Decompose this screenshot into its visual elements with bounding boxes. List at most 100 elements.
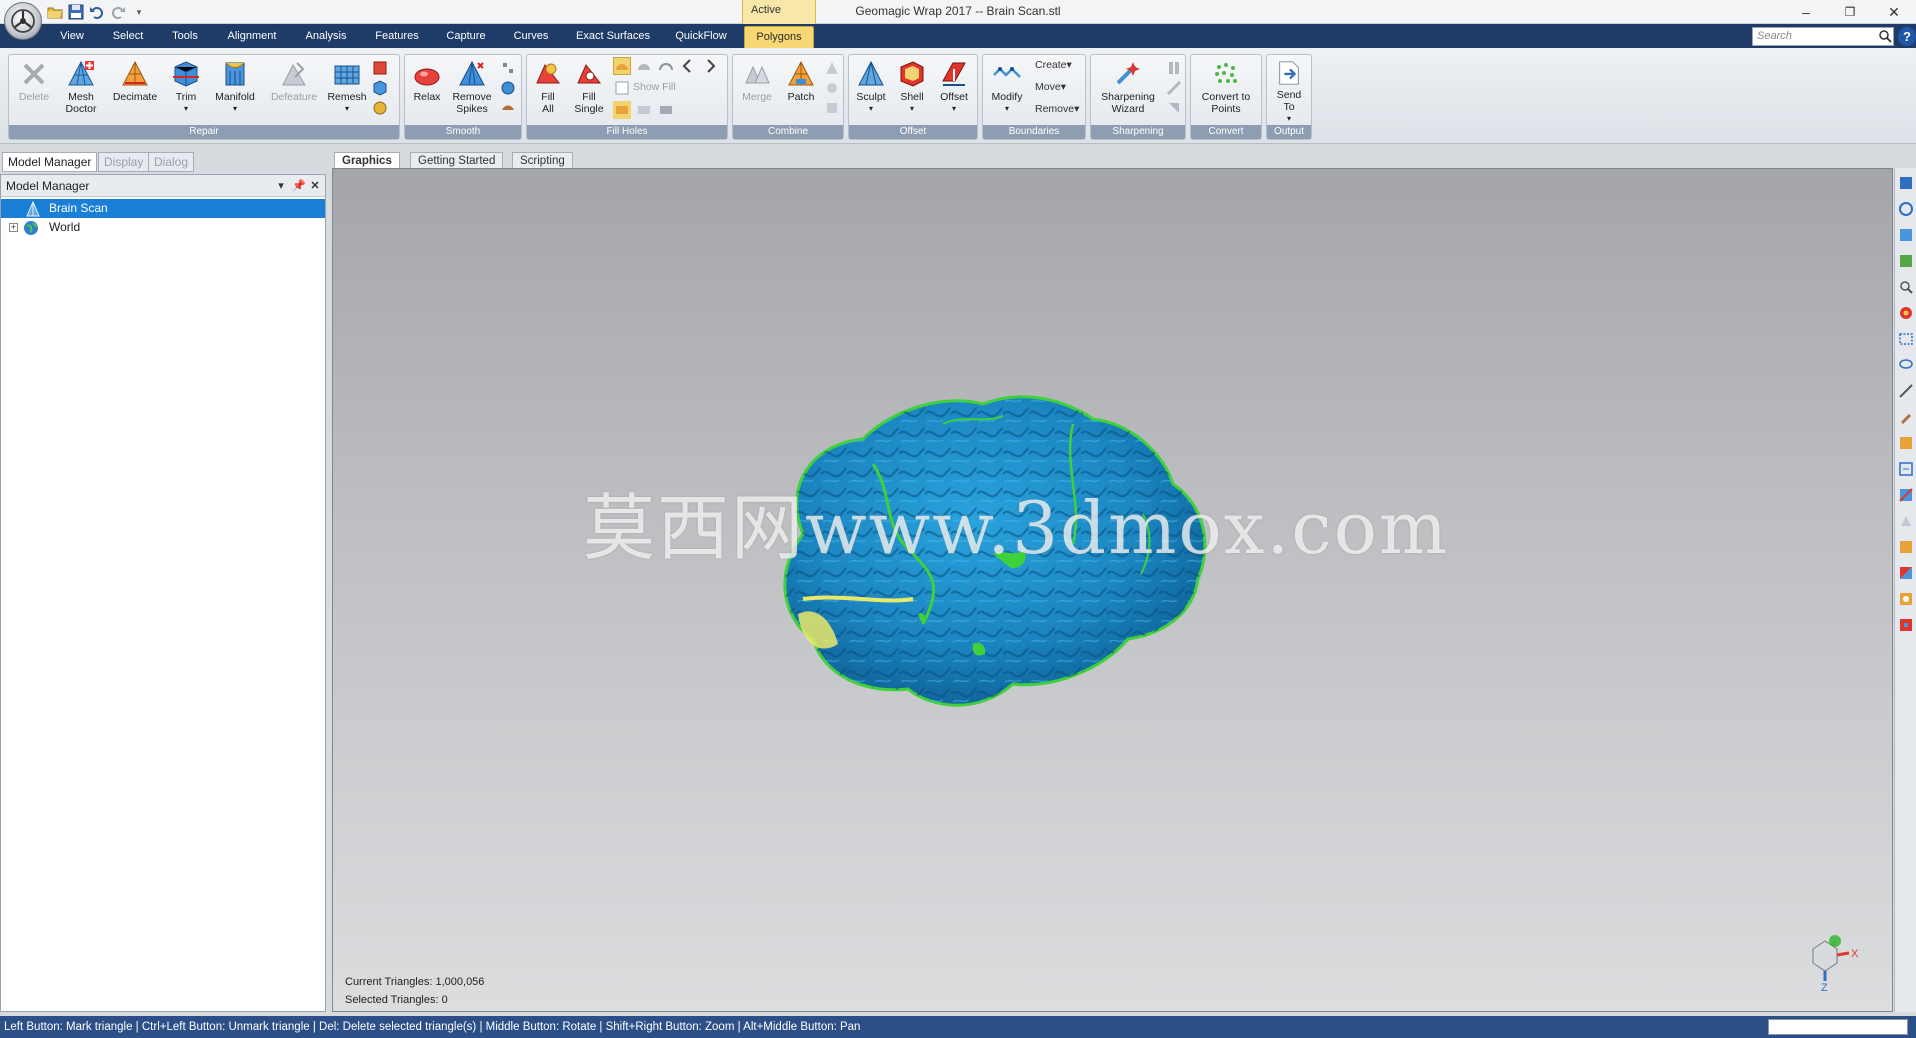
smooth-small-tool-3-icon[interactable] — [499, 99, 517, 117]
current-triangles-label: Current Triangles: 1,000,056 — [345, 976, 485, 988]
restore-button[interactable]: ❐ — [1830, 0, 1870, 24]
next-hole-icon[interactable] — [701, 57, 719, 75]
custom-region-icon[interactable] — [1897, 434, 1915, 452]
relax-button[interactable]: Relax — [407, 59, 447, 125]
lighting-icon[interactable] — [1897, 252, 1915, 270]
remove-menu[interactable]: Remove▾ — [1035, 103, 1079, 115]
manifold-button[interactable]: Manifold ▾ — [209, 59, 261, 125]
smooth-small-tool-1-icon[interactable] — [499, 59, 517, 77]
combine-small-tool-3-icon[interactable] — [823, 99, 841, 117]
select-visible-icon[interactable] — [1897, 486, 1915, 504]
defeature-button[interactable]: Defeature — [265, 59, 323, 125]
panel-menu-icon[interactable]: ▾ — [273, 175, 289, 197]
close-button[interactable]: ✕ — [1874, 0, 1914, 24]
tab-display[interactable]: Display — [98, 152, 150, 172]
paintbrush-select-icon[interactable] — [1897, 408, 1915, 426]
orientation-triad[interactable]: X Z — [1801, 929, 1861, 993]
delete-button[interactable]: Delete — [11, 59, 57, 125]
sharpening-small-tool-3-icon[interactable] — [1165, 99, 1183, 117]
fill-flat-icon[interactable] — [657, 101, 675, 119]
search-icon[interactable] — [1878, 29, 1892, 43]
display-panel-icon[interactable] — [1897, 174, 1915, 192]
trim-icon — [173, 61, 199, 87]
group-label-smooth: Smooth — [405, 125, 521, 139]
line-select-icon[interactable] — [1897, 382, 1915, 400]
create-menu[interactable]: Create▾ — [1035, 59, 1072, 71]
combine-small-tool-2-icon[interactable] — [823, 79, 841, 97]
minimize-button[interactable]: – — [1786, 0, 1826, 24]
shell-button[interactable]: Shell ▾ — [893, 59, 931, 125]
fill-complete-icon[interactable] — [613, 57, 631, 75]
shrink-selection-icon[interactable] — [1897, 616, 1915, 634]
search-input[interactable]: Search — [1752, 27, 1894, 46]
group-fill-holes: Fill All Fill Single Show Fill Fill Hole… — [526, 54, 728, 140]
tab-view[interactable]: View — [50, 24, 94, 48]
repair-small-tool-2-icon[interactable] — [371, 79, 389, 97]
relax-icon — [414, 68, 440, 86]
tree-item-world[interactable]: + World — [1, 218, 325, 237]
trim-button[interactable]: Trim ▾ — [165, 59, 207, 125]
combine-small-tool-1-icon[interactable] — [823, 59, 841, 77]
show-fill-checkbox[interactable] — [613, 79, 631, 97]
rotate-view-icon[interactable] — [1897, 200, 1915, 218]
decimate-button[interactable]: Decimate — [107, 59, 163, 125]
mesh-doctor-button[interactable]: Mesh Doctor — [59, 59, 103, 125]
tab-polygons[interactable]: Polygons — [744, 26, 814, 48]
defeature-icon — [282, 62, 306, 86]
pin-icon[interactable]: 📌 — [291, 175, 307, 197]
rectangle-select-icon[interactable] — [1897, 330, 1915, 348]
select-through-icon[interactable] — [1897, 460, 1915, 478]
offset-button[interactable]: Offset ▾ — [933, 59, 975, 125]
fit-view-icon[interactable] — [1897, 226, 1915, 244]
select-none-icon[interactable] — [1897, 538, 1915, 556]
tab-alignment[interactable]: Alignment — [220, 24, 284, 48]
smooth-small-tool-2-icon[interactable] — [499, 79, 517, 97]
fill-bridge-icon[interactable] — [657, 57, 675, 75]
send-to-button[interactable]: Send To ▾ — [1269, 59, 1309, 125]
tab-model-manager[interactable]: Model Manager — [2, 152, 98, 172]
repair-small-tool-3-icon[interactable] — [371, 99, 389, 117]
remesh-button[interactable]: Remesh ▾ — [325, 59, 369, 125]
patch-button[interactable]: Patch — [781, 59, 821, 125]
color-icon[interactable] — [1897, 304, 1915, 322]
tab-capture[interactable]: Capture — [438, 24, 494, 48]
grow-selection-icon[interactable] — [1897, 590, 1915, 608]
tab-quickflow[interactable]: QuickFlow — [668, 24, 734, 48]
delete-icon — [23, 63, 45, 85]
help-icon[interactable]: ? — [1898, 27, 1916, 46]
tab-select[interactable]: Select — [104, 24, 152, 48]
tab-exact-surfaces[interactable]: Exact Surfaces — [568, 24, 658, 48]
convert-to-points-button[interactable]: Convert to Points — [1193, 59, 1259, 125]
select-all-icon[interactable] — [1897, 512, 1915, 530]
fill-all-button[interactable]: Fill All — [529, 59, 567, 125]
sharpening-small-tool-2-icon[interactable] — [1165, 79, 1183, 97]
group-offset: Sculpt ▾ Shell ▾ Offset ▾ Offset — [848, 54, 978, 140]
fill-tangent-icon[interactable] — [635, 101, 653, 119]
tab-features[interactable]: Features — [368, 24, 426, 48]
sharpening-wizard-button[interactable]: Sharpening Wizard — [1093, 59, 1163, 125]
tree-item-brain-scan[interactable]: Brain Scan — [1, 199, 325, 218]
fill-curvature-icon[interactable] — [613, 101, 631, 119]
app-logo-icon[interactable] — [4, 2, 42, 40]
fill-partial-icon[interactable] — [635, 57, 653, 75]
merge-button[interactable]: Merge — [735, 59, 779, 125]
sculpt-button[interactable]: Sculpt ▾ — [851, 59, 891, 125]
zoom-icon[interactable] — [1897, 278, 1915, 296]
invert-selection-icon[interactable] — [1897, 564, 1915, 582]
tree-item-label: World — [49, 220, 81, 234]
fill-single-button[interactable]: Fill Single — [569, 59, 609, 125]
move-menu[interactable]: Move▾ — [1035, 81, 1066, 93]
tab-tools[interactable]: Tools — [164, 24, 206, 48]
previous-hole-icon[interactable] — [679, 57, 697, 75]
graphics-viewport[interactable]: 莫西网www.3dmox.com Current Triangles: 1,00… — [332, 168, 1893, 1012]
lasso-select-icon[interactable] — [1897, 356, 1915, 374]
sharpening-small-tool-1-icon[interactable] — [1165, 59, 1183, 77]
repair-small-tool-1-icon[interactable] — [371, 59, 389, 77]
expand-icon[interactable]: + — [9, 223, 18, 232]
tab-analysis[interactable]: Analysis — [296, 24, 356, 48]
tab-curves[interactable]: Curves — [506, 24, 556, 48]
remove-spikes-button[interactable]: Remove Spikes — [449, 59, 495, 125]
modify-button[interactable]: Modify ▾ — [985, 59, 1029, 125]
panel-close-icon[interactable]: ✕ — [307, 175, 323, 197]
tab-dialog[interactable]: Dialog — [148, 152, 195, 172]
